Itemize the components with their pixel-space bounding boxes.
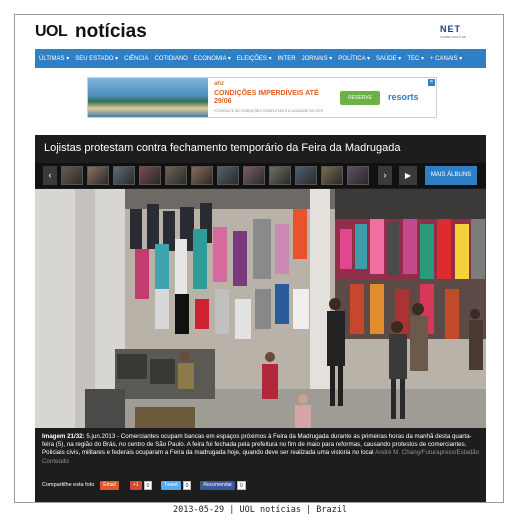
masthead: UOL notícias NET COMBO MULTI HD bbox=[15, 15, 503, 49]
gallery-thumbnail[interactable] bbox=[269, 166, 291, 185]
share-row: Compartilhe esta foto Email +1 0 Tweet 0… bbox=[42, 480, 255, 490]
ad-logo: ahz bbox=[214, 81, 225, 87]
next-arrow-icon[interactable]: › bbox=[378, 166, 392, 185]
ad-headline: CONDIÇÕES IMPERDÍVEIS ATÉ 29/06 bbox=[214, 90, 319, 105]
gallery-thumbnail[interactable] bbox=[61, 166, 83, 185]
ad-cta-button[interactable]: RESERVE bbox=[340, 91, 380, 105]
market-photo-illustration bbox=[35, 189, 486, 428]
email-share-button[interactable]: Email bbox=[100, 480, 119, 490]
tweet-button[interactable]: Tweet bbox=[161, 480, 181, 490]
gallery-thumbnail[interactable] bbox=[347, 166, 369, 185]
main-photo[interactable] bbox=[35, 189, 486, 428]
share-label: Compartilhe esta foto bbox=[42, 482, 95, 488]
footer-caption: 2013-05-29 | UOL notícias | Brazil bbox=[173, 505, 347, 515]
nav-item[interactable]: + CANAIS ▾ bbox=[430, 55, 462, 62]
gallery-thumbnail[interactable] bbox=[113, 166, 135, 185]
gallery-thumbnail[interactable] bbox=[243, 166, 265, 185]
uol-logo[interactable]: UOL bbox=[35, 23, 68, 41]
nav-item[interactable]: ÚLTIMAS ▾ bbox=[39, 55, 69, 62]
nav-item[interactable]: ELEIÇÕES ▾ bbox=[237, 55, 272, 62]
page-frame: UOL notícias NET COMBO MULTI HD ÚLTIMAS … bbox=[14, 14, 504, 503]
gallery-thumbnail[interactable] bbox=[295, 166, 317, 185]
more-albums-button[interactable]: MAIS ÁLBUNS bbox=[425, 166, 477, 185]
noticias-logo[interactable]: notícias bbox=[75, 21, 147, 43]
gallery-thumbnail[interactable] bbox=[87, 166, 109, 185]
gallery-thumbnail[interactable] bbox=[165, 166, 187, 185]
gallery-thumbnail[interactable] bbox=[321, 166, 343, 185]
tweet-count: 0 bbox=[182, 480, 192, 490]
facebook-recommend-button[interactable]: Recomendar bbox=[200, 480, 236, 490]
ad-banner[interactable]: ahz CONDIÇÕES IMPERDÍVEIS ATÉ 29/06 RESE… bbox=[87, 77, 437, 118]
ad-brand: resorts bbox=[388, 92, 419, 102]
gallery-thumbnail[interactable] bbox=[139, 166, 161, 185]
prev-arrow-icon[interactable]: ‹ bbox=[43, 166, 57, 185]
thumbnail-strip: ‹ › ▶ MAIS ÁLBUNS bbox=[35, 163, 486, 188]
nav-item[interactable]: POLÍTICA ▾ bbox=[338, 55, 370, 62]
nav-item[interactable]: TEC ▾ bbox=[407, 55, 424, 62]
nav-item[interactable]: INTER bbox=[278, 56, 296, 62]
ad-beach-photo bbox=[88, 78, 208, 117]
photo-gallery: Lojistas protestam contra fechamento tem… bbox=[35, 135, 486, 502]
nav-item[interactable]: ECONOMIA ▾ bbox=[194, 55, 231, 62]
gallery-thumbnail[interactable] bbox=[217, 166, 239, 185]
main-nav: ÚLTIMAS ▾ SEU ESTADO ▾ CIÊNCIA COTIDIANO ECO… bbox=[35, 49, 486, 68]
ad-close-icon[interactable]: ✕ bbox=[428, 79, 435, 86]
facebook-count: 0 bbox=[237, 480, 246, 490]
nav-item[interactable]: SAÚDE ▾ bbox=[376, 55, 401, 62]
photo-caption: Imagem 21/32: 5.jun.2013 - Comerciantes … bbox=[42, 433, 480, 466]
net-logo-text: NET bbox=[440, 24, 461, 34]
nav-item[interactable]: SEU ESTADO ▾ bbox=[75, 55, 118, 62]
gallery-title: Lojistas protestam contra fechamento tem… bbox=[44, 142, 401, 154]
net-partner-logo[interactable]: NET COMBO MULTI HD bbox=[440, 24, 474, 44]
gallery-thumbnail[interactable] bbox=[191, 166, 213, 185]
net-logo-subtext: COMBO MULTI HD bbox=[440, 35, 467, 39]
nav-item[interactable]: CIÊNCIA bbox=[124, 56, 148, 62]
nav-item[interactable]: JORNAIS ▾ bbox=[302, 55, 333, 62]
play-slideshow-icon[interactable]: ▶ bbox=[399, 166, 417, 185]
caption-label: Imagem 21/32: bbox=[42, 433, 85, 440]
ad-footnote: *CONSULTE AS CONDIÇÕES COMPLETAS E A VAL… bbox=[214, 109, 324, 113]
nav-item[interactable]: COTIDIANO bbox=[155, 56, 188, 62]
gplus-button[interactable]: +1 bbox=[129, 480, 142, 490]
gplus-count: 0 bbox=[143, 480, 153, 490]
